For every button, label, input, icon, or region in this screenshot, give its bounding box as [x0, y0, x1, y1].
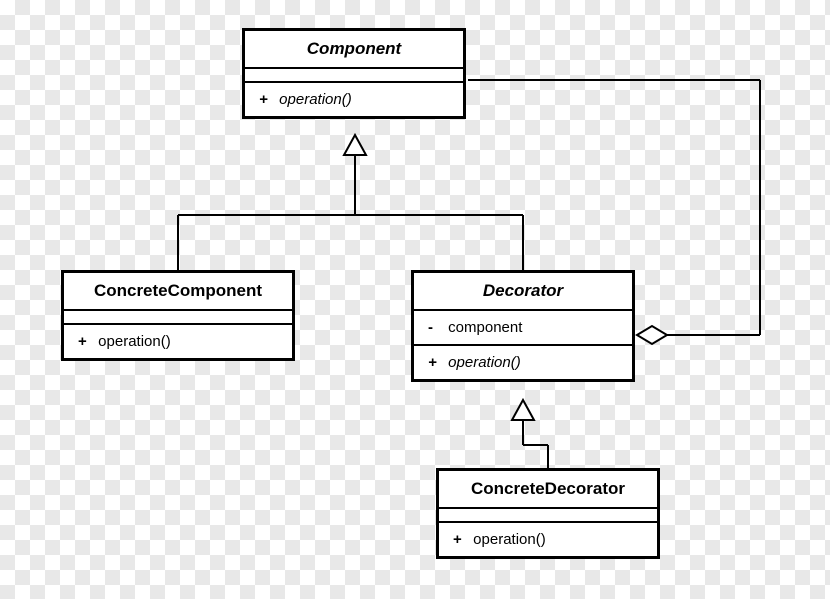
operation-member: + operation() [453, 529, 643, 550]
operation-name: operation() [279, 91, 352, 108]
class-attributes [64, 311, 292, 325]
class-operations: + operation() [245, 83, 463, 116]
class-attributes [245, 69, 463, 83]
visibility: + [453, 531, 469, 548]
generalization-arrowhead [512, 400, 534, 420]
class-title: ConcreteDecorator [439, 471, 657, 509]
class-title: Decorator [414, 273, 632, 311]
class-title: Component [245, 31, 463, 69]
operation-member: + operation() [428, 352, 618, 373]
class-concrete-decorator: ConcreteDecorator + operation() [436, 468, 660, 559]
visibility: + [428, 354, 444, 371]
class-attributes [439, 509, 657, 523]
class-attributes: - component [414, 311, 632, 346]
aggregation-diamond [637, 326, 667, 344]
attribute-member: - component [428, 317, 618, 338]
class-operations: + operation() [414, 346, 632, 379]
visibility: + [259, 91, 275, 108]
class-operations: + operation() [64, 325, 292, 358]
class-concrete-component: ConcreteComponent + operation() [61, 270, 295, 361]
generalization-arrowhead [344, 135, 366, 155]
class-operations: + operation() [439, 523, 657, 556]
attribute-name: component [448, 319, 522, 336]
class-component: Component + operation() [242, 28, 466, 119]
class-title: ConcreteComponent [64, 273, 292, 311]
visibility: + [78, 333, 94, 350]
operation-name: operation() [448, 354, 521, 371]
operation-name: operation() [473, 531, 546, 548]
class-decorator: Decorator - component + operation() [411, 270, 635, 382]
visibility: - [428, 319, 444, 336]
operation-name: operation() [98, 333, 171, 350]
operation-member: + operation() [259, 89, 449, 110]
operation-member: + operation() [78, 331, 278, 352]
